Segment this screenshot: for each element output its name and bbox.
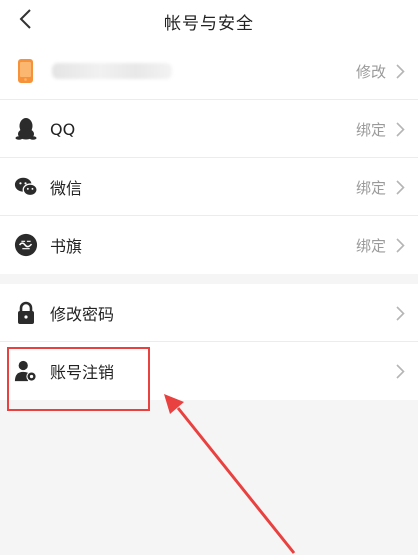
annotation-arrow: [164, 394, 296, 554]
